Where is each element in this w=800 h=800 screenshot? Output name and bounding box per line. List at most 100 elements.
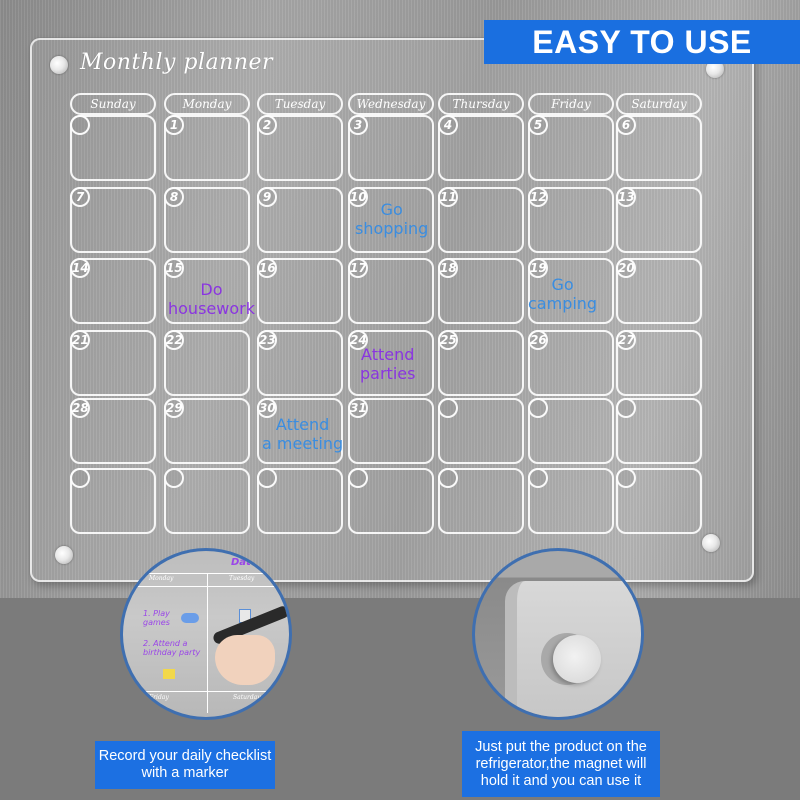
calendar-cell[interactable]: [164, 468, 250, 534]
mini-date-label: Date: [231, 557, 258, 568]
day-number: 3: [348, 115, 368, 135]
note-line-1: Do: [200, 280, 223, 299]
calendar-cell[interactable]: [348, 468, 434, 534]
day-number: 21: [70, 330, 90, 350]
day-number: 16: [257, 258, 277, 278]
day-number: 17: [348, 258, 368, 278]
calendar-cell[interactable]: 23: [257, 330, 343, 396]
day-number: 1: [164, 115, 184, 135]
day-number: 15: [164, 258, 184, 278]
calendar-cell[interactable]: 5: [528, 115, 614, 181]
day-number: 20: [616, 258, 636, 278]
hand-icon: [215, 635, 275, 685]
handwritten-note: Do housework: [168, 280, 255, 318]
calendar-cell[interactable]: 12: [528, 187, 614, 253]
magnet-icon: [553, 635, 601, 683]
calendar-cell[interactable]: [616, 398, 702, 464]
calendar-cell[interactable]: 6: [616, 115, 702, 181]
calendar-cell[interactable]: 2: [257, 115, 343, 181]
calendar-cell[interactable]: [70, 115, 156, 181]
note-line-2: housework: [168, 299, 255, 318]
day-number: [438, 468, 458, 488]
magnet-detail-magnifier: [472, 548, 644, 720]
day-number: 23: [257, 330, 277, 350]
calendar-cell[interactable]: 18: [438, 258, 524, 324]
day-number: 5: [528, 115, 548, 135]
day-number: 25: [438, 330, 458, 350]
day-number: [616, 468, 636, 488]
calendar-cell[interactable]: 8: [164, 187, 250, 253]
day-number: [528, 398, 548, 418]
day-number: 26: [528, 330, 548, 350]
calendar-cell[interactable]: 16: [257, 258, 343, 324]
day-number: 27: [616, 330, 636, 350]
calendar-cell[interactable]: 25: [438, 330, 524, 396]
day-number: 12: [528, 187, 548, 207]
calendar-cell[interactable]: 26: [528, 330, 614, 396]
calendar-cell[interactable]: 20: [616, 258, 702, 324]
calendar-cell[interactable]: 13: [616, 187, 702, 253]
day-number: 11: [438, 187, 458, 207]
weekday-header: Tuesday: [257, 93, 343, 115]
weekday-header: Saturday: [616, 93, 702, 115]
day-number: 9: [257, 187, 277, 207]
weekday-header: Monday: [164, 93, 250, 115]
calendar-cell[interactable]: 7: [70, 187, 156, 253]
day-number: [528, 468, 548, 488]
calendar-cell[interactable]: 14: [70, 258, 156, 324]
easy-to-use-banner: EASY TO USE: [484, 20, 800, 64]
day-number: 14: [70, 258, 90, 278]
calendar-cell[interactable]: [257, 468, 343, 534]
day-number: 2: [257, 115, 277, 135]
calendar-cell[interactable]: 9: [257, 187, 343, 253]
note-line-2: a meeting: [262, 434, 344, 453]
calendar-cell[interactable]: 28: [70, 398, 156, 464]
calendar-cell[interactable]: 22: [164, 330, 250, 396]
calendar-cell[interactable]: [70, 468, 156, 534]
calendar-cell[interactable]: [438, 398, 524, 464]
day-number: 29: [164, 398, 184, 418]
note-line-1: Go: [551, 275, 574, 294]
calendar-cell[interactable]: 21: [70, 330, 156, 396]
handwritten-note: Go camping: [528, 275, 597, 313]
day-number: [616, 398, 636, 418]
weekday-header: Thursday: [438, 93, 524, 115]
mini-item-2: 2. Attend a birthday party: [143, 639, 201, 657]
calendar-cell[interactable]: 1: [164, 115, 250, 181]
note-line-1: Go: [380, 200, 403, 219]
mini-day-monday: Monday: [149, 575, 174, 582]
note-line-2: parties: [360, 364, 416, 383]
day-number: [438, 398, 458, 418]
day-number: [70, 115, 90, 135]
day-number: [164, 468, 184, 488]
mini-row-line: [123, 691, 289, 692]
screw-icon: [702, 534, 720, 552]
day-number: [70, 468, 90, 488]
calendar-cell[interactable]: [616, 468, 702, 534]
calendar-cell[interactable]: 3: [348, 115, 434, 181]
note-line-2: camping: [528, 294, 598, 313]
day-number: 7: [70, 187, 90, 207]
calendar-cell[interactable]: 31: [348, 398, 434, 464]
planner-title: Monthly planner: [80, 50, 274, 75]
weekday-header: Wednesday: [348, 93, 434, 115]
calendar-cell[interactable]: 11: [438, 187, 524, 253]
day-number: 31: [348, 398, 368, 418]
gamepad-icon: [181, 613, 199, 623]
calendar-cell[interactable]: 29: [164, 398, 250, 464]
calendar-cell[interactable]: [528, 468, 614, 534]
weekday-header: Friday: [528, 93, 614, 115]
day-number: 4: [438, 115, 458, 135]
mini-day-saturday: Saturday: [233, 694, 261, 701]
calendar-cell[interactable]: [438, 468, 524, 534]
screw-icon: [50, 56, 68, 74]
marker-caption: Record your daily checklist with a marke…: [95, 741, 275, 789]
mini-day-friday: Friday: [149, 694, 169, 701]
calendar-cell[interactable]: 17: [348, 258, 434, 324]
calendar-cell[interactable]: 27: [616, 330, 702, 396]
note-line-2: shopping: [355, 219, 429, 238]
calendar-cell[interactable]: [528, 398, 614, 464]
calendar-cell[interactable]: 4: [438, 115, 524, 181]
marker-detail-magnifier: Date Monday Tuesday 1. Play games 2. Att…: [120, 548, 292, 720]
weekday-header: Sunday: [70, 93, 156, 115]
